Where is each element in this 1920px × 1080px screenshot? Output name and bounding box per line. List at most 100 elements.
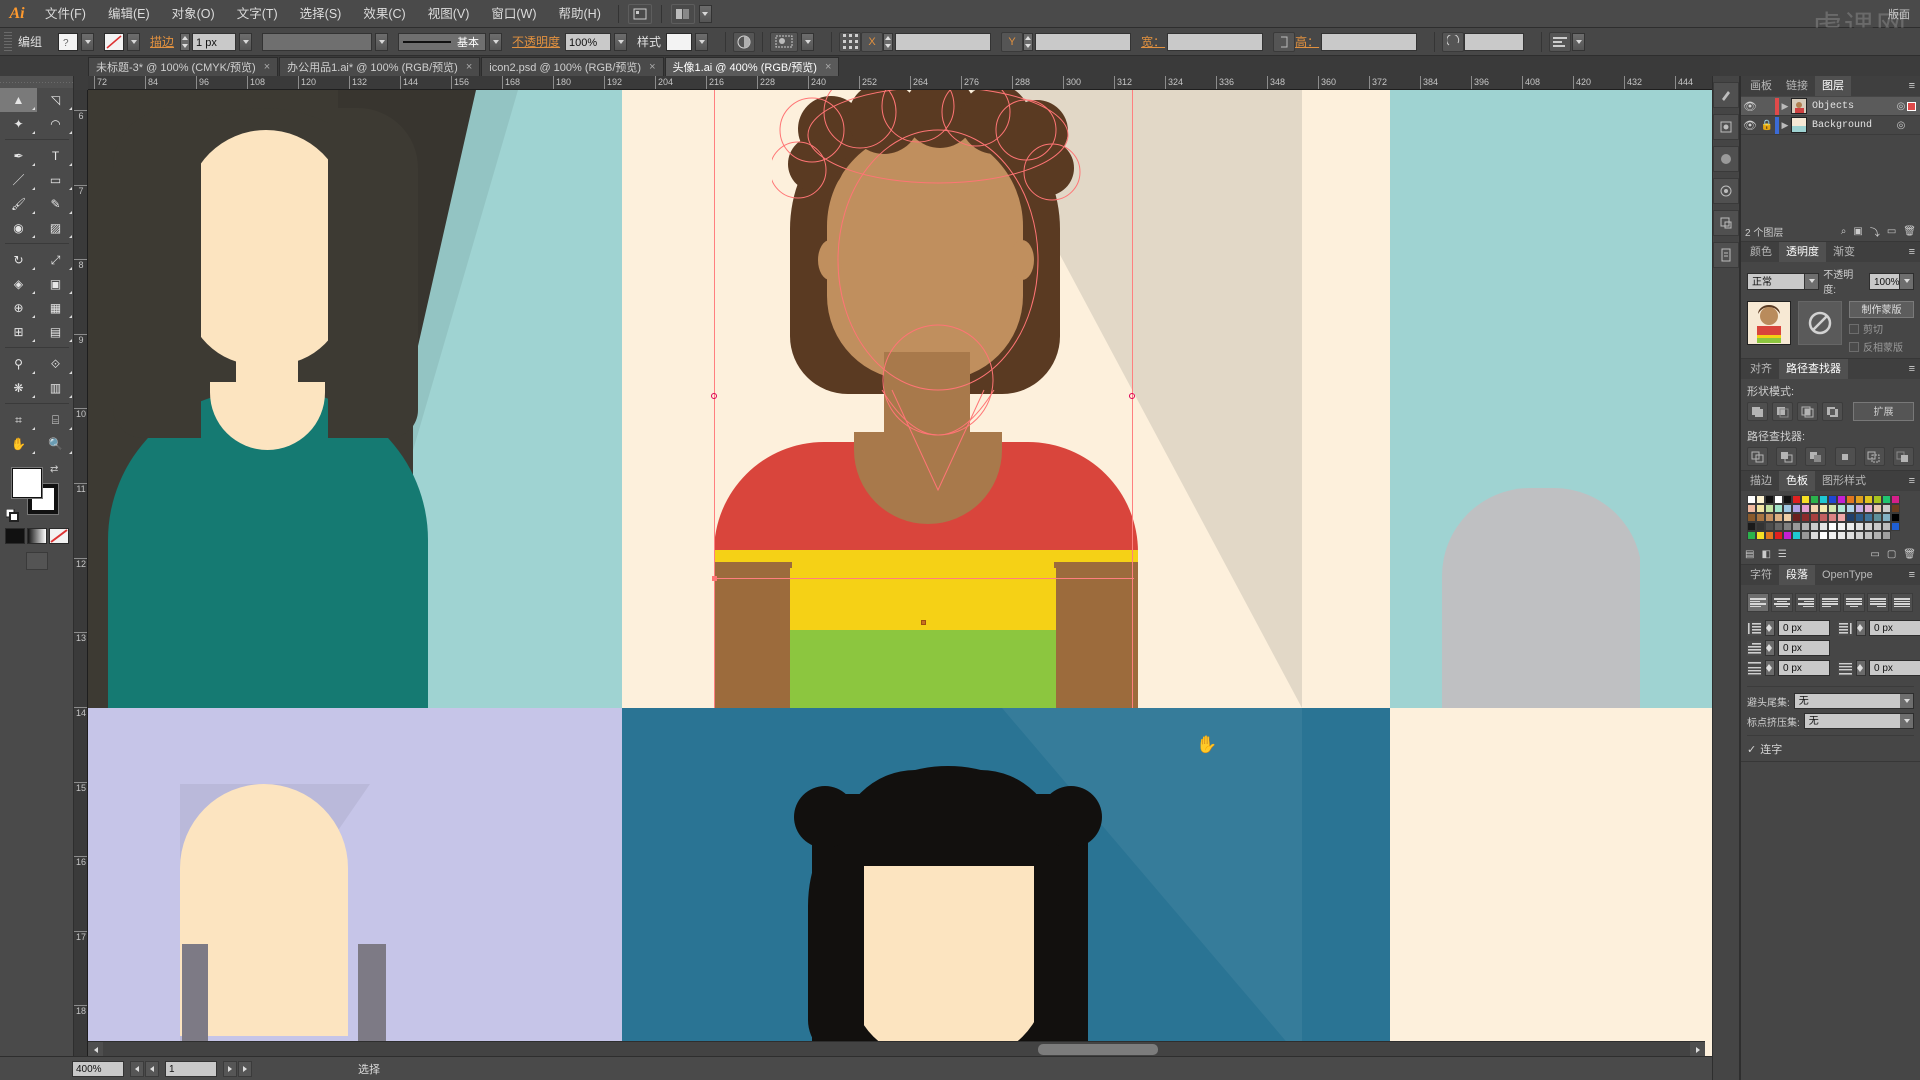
swatch[interactable]: [1864, 513, 1873, 522]
swatch[interactable]: [1837, 504, 1846, 513]
panel-menu-icon[interactable]: ≡: [1909, 569, 1920, 581]
swatch[interactable]: [1864, 531, 1873, 540]
swatch[interactable]: [1837, 495, 1846, 504]
swatch[interactable]: [1891, 504, 1900, 513]
blend-mode-select[interactable]: 正常: [1747, 272, 1820, 290]
tab-graphic-styles[interactable]: 图形样式: [1815, 471, 1873, 491]
tab-opentype[interactable]: OpenType: [1815, 565, 1880, 585]
style-swatch[interactable]: [666, 32, 693, 51]
swatch[interactable]: [1783, 495, 1792, 504]
close-icon[interactable]: ×: [825, 61, 831, 73]
lasso-tool[interactable]: ◠: [37, 112, 74, 136]
close-icon[interactable]: ×: [649, 61, 655, 73]
recolor-artwork-icon[interactable]: [733, 31, 756, 52]
pencil-tool[interactable]: ✎: [37, 192, 74, 216]
swatch[interactable]: [1792, 522, 1801, 531]
gradient-fill-icon[interactable]: [26, 528, 47, 544]
opacity-field[interactable]: 100%: [565, 32, 612, 51]
swatch[interactable]: [1873, 504, 1882, 513]
new-swatch-icon[interactable]: ▢: [1887, 549, 1896, 560]
free-transform-tool[interactable]: ▣: [37, 272, 74, 296]
new-color-group-icon[interactable]: ▭: [1870, 549, 1879, 560]
avatar-cell-bottom-right-strip[interactable]: [1302, 708, 1390, 1060]
swatch[interactable]: [1837, 513, 1846, 522]
swatch[interactable]: [1864, 495, 1873, 504]
color-fill-icon[interactable]: [4, 528, 25, 544]
swatch[interactable]: [1756, 504, 1765, 513]
rotate-angle-icon[interactable]: [1442, 31, 1465, 52]
swatch[interactable]: [1792, 513, 1801, 522]
opacity-dropdown-icon[interactable]: [614, 32, 628, 51]
swatch[interactable]: [1756, 495, 1765, 504]
chevron-down-icon[interactable]: [1900, 714, 1913, 728]
menu-view[interactable]: 视图(V): [417, 0, 481, 28]
swatch[interactable]: [1891, 522, 1900, 531]
swatch[interactable]: [1819, 522, 1828, 531]
swatch[interactable]: [1747, 513, 1756, 522]
eyedropper-tool[interactable]: ⚲: [0, 352, 37, 376]
swatch[interactable]: [1801, 513, 1810, 522]
avatar-cell-top-middle[interactable]: [622, 90, 1302, 708]
screen-mode-button[interactable]: [0, 552, 73, 570]
swatch[interactable]: [1783, 513, 1792, 522]
avatar-cell-top-far-right[interactable]: [1640, 90, 1720, 708]
shape-builder-tool[interactable]: ⊕: [0, 296, 37, 320]
swatch-libraries-icon[interactable]: ▤: [1745, 549, 1754, 560]
justify-last-right-button[interactable]: [1867, 593, 1889, 612]
brush-dropdown-icon[interactable]: [489, 32, 503, 51]
expand-arrow-icon[interactable]: ▶: [1779, 120, 1791, 131]
swatch[interactable]: [1873, 513, 1882, 522]
none-fill-icon[interactable]: [48, 528, 69, 544]
x-axis-icon[interactable]: X: [861, 31, 884, 52]
tab-swatches[interactable]: 色板: [1779, 471, 1815, 491]
swatch[interactable]: [1891, 513, 1900, 522]
chevron-down-icon[interactable]: [1804, 273, 1819, 289]
space-after-field[interactable]: 0 px: [1869, 660, 1920, 676]
arrange-documents-icon[interactable]: [670, 3, 695, 24]
swatch[interactable]: [1765, 522, 1774, 531]
x-stepper[interactable]: [883, 32, 894, 51]
align-right-button[interactable]: [1795, 593, 1817, 612]
tab-color[interactable]: 颜色: [1743, 242, 1779, 262]
make-mask-button[interactable]: 制作蒙版: [1849, 301, 1914, 318]
mesh-tool[interactable]: ⊞: [0, 320, 37, 344]
swatch[interactable]: [1783, 522, 1792, 531]
panel-menu-icon[interactable]: ≡: [1909, 475, 1920, 487]
swatch-grid[interactable]: [1747, 495, 1914, 540]
zoom-tool[interactable]: 🔍: [37, 432, 74, 456]
symbols-panel-icon[interactable]: [1713, 114, 1739, 140]
hand-tool[interactable]: ✋: [0, 432, 37, 456]
toolbox-grip[interactable]: [0, 76, 73, 88]
horizontal-scroll-thumb[interactable]: [1038, 1044, 1158, 1055]
mojikumi-select[interactable]: 无: [1803, 713, 1914, 729]
direct-selection-tool[interactable]: ◹: [37, 88, 74, 112]
swatch[interactable]: [1810, 495, 1819, 504]
column-graph-tool[interactable]: ▥: [37, 376, 74, 400]
outline-icon[interactable]: [1863, 447, 1885, 466]
last-page-icon[interactable]: [238, 1060, 252, 1077]
screen-mode-icon[interactable]: [25, 552, 48, 570]
swatch[interactable]: [1855, 531, 1864, 540]
expand-button[interactable]: 扩展: [1853, 402, 1914, 421]
height-field[interactable]: [1321, 32, 1418, 51]
indent-right-stepper[interactable]: [1856, 620, 1866, 636]
avatar-cell-top-right[interactable]: [1390, 90, 1640, 708]
menu-help[interactable]: 帮助(H): [548, 0, 612, 28]
swatch[interactable]: [1846, 522, 1855, 531]
horizontal-ruler[interactable]: 72 84 96 108 120 132 144 156 168 180 192 204 216 228 2…: [88, 76, 1720, 90]
indent-left-stepper[interactable]: [1765, 620, 1775, 636]
swatch[interactable]: [1855, 495, 1864, 504]
first-line-indent-stepper[interactable]: [1765, 640, 1775, 656]
swatch[interactable]: [1837, 522, 1846, 531]
justify-last-left-button[interactable]: [1819, 593, 1841, 612]
hyphenate-row[interactable]: ✓ 连字: [1747, 741, 1914, 757]
y-stepper[interactable]: [1023, 32, 1034, 51]
swatch[interactable]: [1774, 504, 1783, 513]
align-left-button[interactable]: [1747, 593, 1769, 612]
rotate-tool[interactable]: ↻: [0, 248, 37, 272]
tab-character[interactable]: 字符: [1743, 565, 1779, 585]
justify-all-button[interactable]: [1891, 593, 1913, 612]
indent-left-field[interactable]: 0 px: [1778, 620, 1830, 636]
swatch[interactable]: [1828, 522, 1837, 531]
y-position-field[interactable]: [1035, 32, 1132, 51]
